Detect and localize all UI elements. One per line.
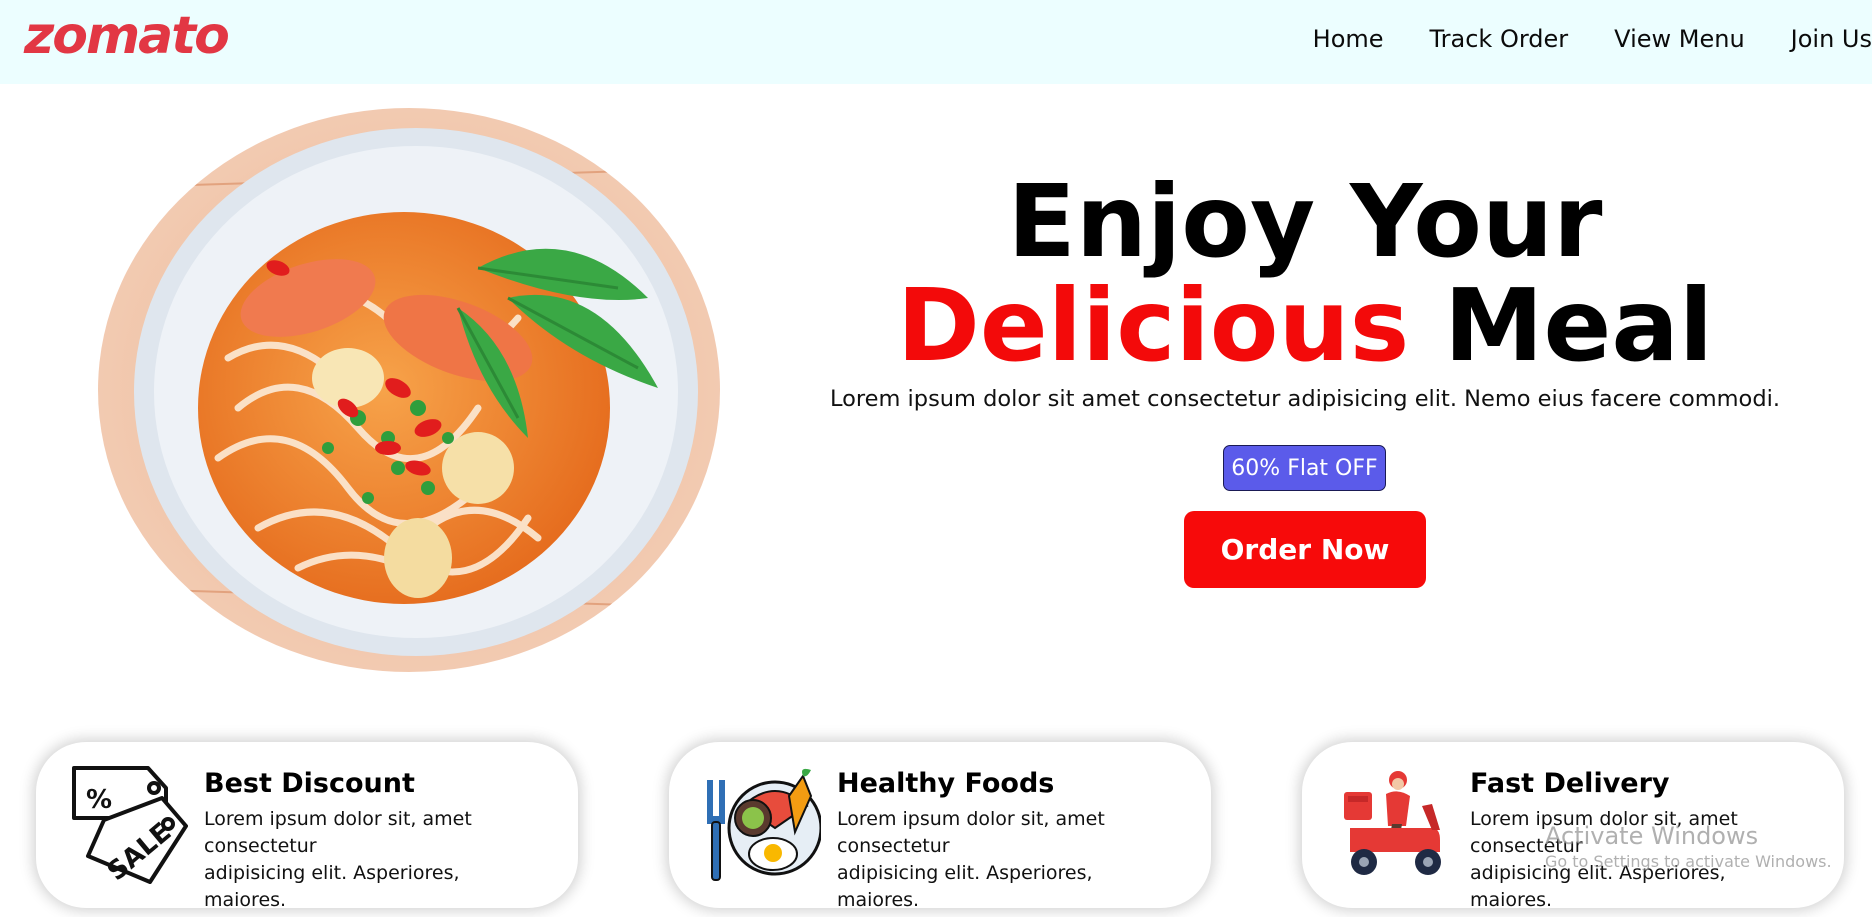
delivery-scooter-icon	[1336, 766, 1454, 884]
hero-food-image	[98, 108, 720, 672]
feature-description: Lorem ipsum dolor sit, amet consectetur …	[837, 808, 1105, 911]
feature-title: Best Discount	[204, 768, 415, 799]
feature-title: Healthy Foods	[837, 768, 1055, 799]
feature-description: Lorem ipsum dolor sit, amet consectetur …	[204, 808, 472, 911]
svg-text:%: %	[86, 785, 112, 815]
headline-rest-word: Meal	[1444, 267, 1714, 384]
nav-join-us-link[interactable]: Join Us	[1791, 25, 1872, 53]
feature-title: Fast Delivery	[1470, 768, 1670, 799]
nav-track-order-link[interactable]: Track Order	[1430, 25, 1569, 53]
feature-card-discount: % SALE Best Discount Lorem ipsum dolor s…	[36, 742, 578, 911]
sale-tag-icon: % SALE	[70, 766, 188, 887]
hero-subtitle: Lorem ipsum dolor sit amet consectetur a…	[829, 386, 1781, 412]
nav-home-link[interactable]: Home	[1313, 25, 1384, 53]
headline-accent-word: Delicious	[896, 267, 1410, 384]
nav-links: Home Track Order View Menu Join Us	[1313, 0, 1872, 78]
feature-card-healthy: Healthy Foods Lorem ipsum dolor sit, ame…	[669, 742, 1211, 911]
discount-badge: 60% Flat OFF	[1223, 445, 1386, 491]
navbar: zomato Home Track Order View Menu Join U…	[0, 0, 1872, 84]
headline-line-1: Enjoy Your	[1007, 163, 1603, 280]
nav-view-menu-link[interactable]: View Menu	[1614, 25, 1744, 53]
healthy-plate-icon	[703, 766, 823, 884]
zomato-logo[interactable]: zomato	[24, 6, 230, 66]
noodle-bowl-illustration	[98, 108, 720, 672]
order-now-button[interactable]: Order Now	[1184, 511, 1426, 588]
activate-windows-watermark: Activate Windows Go to Settings to activ…	[1545, 822, 1832, 871]
hero-headline: Enjoy Your Delicious Meal	[820, 170, 1790, 378]
